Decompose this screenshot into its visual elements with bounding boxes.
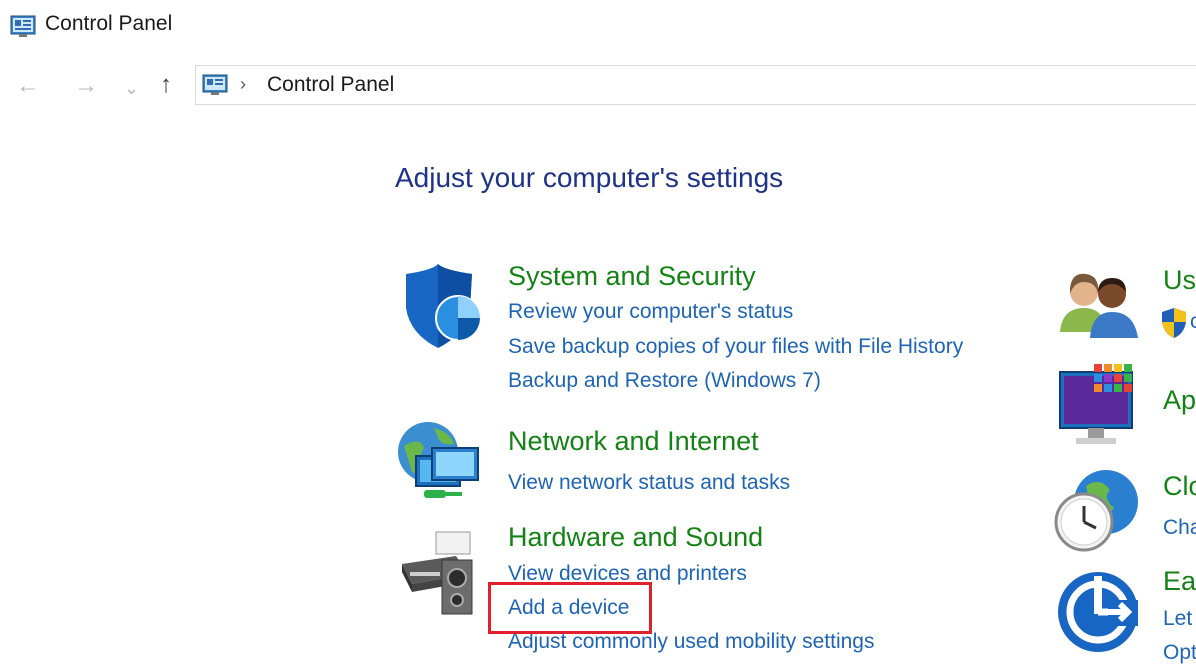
category-network-and-internet[interactable]: Network and Internet [508, 426, 759, 457]
ease-of-access-icon[interactable] [1056, 570, 1140, 654]
link-file-history[interactable]: Save backup copies of your files with Fi… [508, 335, 963, 359]
link-optimize-visual-display[interactable]: Opt [1163, 641, 1196, 665]
clock-globe-icon[interactable] [1052, 468, 1140, 554]
printer-speaker-icon[interactable] [396, 528, 486, 618]
programs-icon[interactable] [1058, 362, 1142, 448]
breadcrumb-separator-icon[interactable]: › [240, 74, 246, 95]
uac-shield-icon [1162, 308, 1186, 338]
address-bar[interactable]: › Control Panel [195, 65, 1196, 105]
title-bar: Control Panel [0, 0, 1196, 56]
category-clock-and-region[interactable]: Clo [1163, 471, 1196, 502]
category-hardware-and-sound[interactable]: Hardware and Sound [508, 522, 763, 553]
users-icon[interactable] [1056, 268, 1140, 340]
breadcrumb-control-panel[interactable]: Control Panel [267, 73, 394, 97]
highlight-box [488, 582, 652, 634]
category-user-accounts[interactable]: Us [1163, 265, 1196, 296]
link-network-status[interactable]: View network status and tasks [508, 471, 790, 495]
category-ease-of-access[interactable]: Eas [1163, 566, 1196, 597]
window-title: Control Panel [45, 12, 173, 35]
recent-locations-button[interactable]: ⌄ [124, 76, 139, 100]
control-panel-icon [10, 15, 36, 37]
category-system-and-security[interactable]: System and Security [508, 261, 756, 292]
shield-icon[interactable] [398, 262, 488, 352]
page-title: Adjust your computer's settings [395, 162, 784, 193]
link-change-date-time[interactable]: Cha [1163, 516, 1196, 540]
up-button[interactable]: ↑ [160, 73, 172, 97]
back-button[interactable]: ← [16, 74, 40, 98]
category-programs[interactable]: Ap [1163, 385, 1196, 416]
link-review-computer-status[interactable]: Review your computer's status [508, 300, 793, 324]
link-backup-restore[interactable]: Backup and Restore (Windows 7) [508, 369, 821, 393]
forward-button[interactable]: → [74, 74, 98, 98]
link-change-account-type[interactable]: c [1190, 310, 1196, 334]
control-panel-icon [202, 74, 228, 95]
network-globe-icon[interactable] [394, 418, 484, 508]
link-let-windows-suggest[interactable]: Let [1163, 607, 1192, 631]
